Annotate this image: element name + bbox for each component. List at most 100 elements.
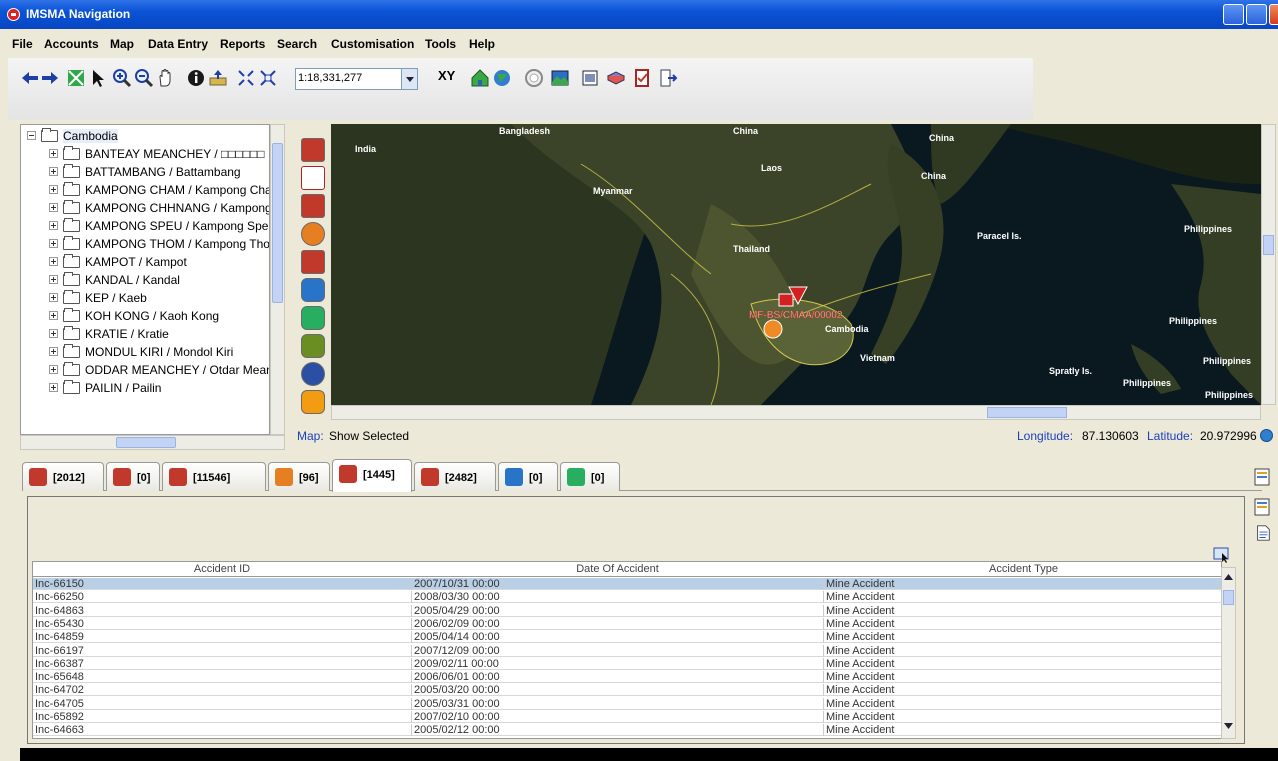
expand-icon[interactable] xyxy=(49,311,58,320)
menu-help[interactable]: Help xyxy=(469,37,495,51)
table-row[interactable]: Inc-64859 2005/04/14 00:00 Mine Accident xyxy=(33,631,1221,644)
expand-icon[interactable] xyxy=(49,383,58,392)
task-layer-icon[interactable] xyxy=(301,166,325,190)
menu-search[interactable]: Search xyxy=(277,37,317,51)
table-row[interactable]: Inc-64705 2005/03/31 00:00 Mine Accident xyxy=(33,697,1221,710)
table-row[interactable]: Inc-65648 2006/06/01 00:00 Mine Accident xyxy=(33,671,1221,684)
tree-vertical-scrollbar[interactable] xyxy=(270,124,285,435)
menu-map[interactable]: Map xyxy=(110,37,134,51)
expand-icon[interactable] xyxy=(49,221,58,230)
table-row[interactable]: Inc-65430 2006/02/09 00:00 Mine Accident xyxy=(33,617,1221,630)
minimize-button[interactable] xyxy=(1223,4,1244,25)
expand-icon[interactable] xyxy=(49,239,58,248)
book-icon[interactable] xyxy=(606,68,626,88)
exit-icon[interactable] xyxy=(658,68,678,88)
zoom-fixed-out-icon[interactable] xyxy=(258,68,278,88)
table-vertical-scrollbar[interactable] xyxy=(1221,567,1236,739)
info-icon[interactable] xyxy=(186,68,206,88)
maximize-button[interactable] xyxy=(1246,4,1267,25)
full-extent-icon[interactable] xyxy=(66,68,86,88)
scrollbar-thumb[interactable] xyxy=(1223,590,1234,605)
scrollbar-thumb[interactable] xyxy=(987,407,1067,418)
map-image-icon[interactable] xyxy=(550,68,570,88)
expand-icon[interactable] xyxy=(49,203,58,212)
table-row[interactable]: Inc-65892 2007/02/10 00:00 Mine Accident xyxy=(33,711,1221,723)
expand-icon[interactable] xyxy=(49,167,58,176)
scroll-up-icon[interactable] xyxy=(1224,574,1233,580)
checklist-icon[interactable] xyxy=(632,68,652,88)
table-row[interactable]: Inc-64702 2005/03/20 00:00 Mine Accident xyxy=(33,684,1221,697)
tab-victim[interactable]: [2482] xyxy=(414,462,496,491)
window-icon[interactable] xyxy=(580,68,600,88)
expand-icon[interactable] xyxy=(49,185,58,194)
menu-accounts[interactable]: Accounts xyxy=(44,37,99,51)
chevron-down-icon[interactable] xyxy=(401,69,417,89)
tree-horizontal-scrollbar[interactable] xyxy=(20,435,285,450)
home-icon[interactable] xyxy=(470,68,490,88)
report-icon[interactable] xyxy=(1252,467,1272,487)
table-row[interactable]: Inc-66197 2007/12/09 00:00 Mine Accident xyxy=(33,644,1221,657)
scrollbar-thumb[interactable] xyxy=(1263,235,1274,255)
expand-icon[interactable] xyxy=(49,257,58,266)
scrollbar-thumb[interactable] xyxy=(116,437,176,448)
column-header-date[interactable]: Date Of Accident xyxy=(412,563,823,575)
map-scale-select[interactable]: 1:18,331,277 xyxy=(295,68,418,90)
tab-completed[interactable]: [0] xyxy=(560,462,620,491)
pan-hand-icon[interactable] xyxy=(156,68,176,88)
map-horizontal-scrollbar[interactable] xyxy=(331,405,1261,420)
map-vertical-scrollbar[interactable] xyxy=(1261,124,1276,405)
table-row[interactable]: Inc-66150 2007/10/31 00:00 Mine Accident xyxy=(33,578,1221,590)
globe-icon[interactable] xyxy=(492,68,512,88)
map-view[interactable]: Bangladesh China China China India Laos … xyxy=(331,124,1261,405)
tab-explosion[interactable]: [1445] xyxy=(332,459,412,492)
menu-data-entry[interactable]: Data Entry xyxy=(148,37,208,51)
tab-mine[interactable]: [11546] xyxy=(162,462,266,491)
menu-tools[interactable]: Tools xyxy=(425,37,456,51)
expand-icon[interactable] xyxy=(49,275,58,284)
menu-reports[interactable]: Reports xyxy=(220,37,265,51)
completion-layer-icon[interactable] xyxy=(301,306,325,330)
expand-icon[interactable] xyxy=(49,347,58,356)
education-layer-icon[interactable] xyxy=(301,278,325,302)
layers-circle-icon[interactable] xyxy=(524,68,544,88)
hazard-reduction-layer-icon[interactable] xyxy=(301,222,325,246)
mre-layer-icon[interactable] xyxy=(301,250,325,274)
expand-icon[interactable] xyxy=(49,329,58,338)
menu-file[interactable]: File xyxy=(12,37,33,51)
expand-icon[interactable] xyxy=(49,149,58,158)
table-row[interactable]: Inc-66387 2009/02/11 00:00 Mine Accident xyxy=(33,657,1221,670)
expand-icon[interactable] xyxy=(49,293,58,302)
hazard-layer-icon[interactable] xyxy=(301,194,325,218)
xy-button[interactable]: XY xyxy=(438,68,455,83)
close-button[interactable] xyxy=(1269,4,1278,25)
gazetteer-layer-icon[interactable] xyxy=(301,334,325,358)
table-row[interactable]: Inc-66250 2008/03/30 00:00 Mine Accident xyxy=(33,591,1221,604)
column-header-type[interactable]: Accident Type xyxy=(824,563,1221,575)
forward-arrow-icon[interactable] xyxy=(40,68,60,88)
table-row[interactable]: Inc-64863 2005/04/29 00:00 Mine Accident xyxy=(33,604,1221,617)
globe-icon[interactable] xyxy=(1260,429,1273,442)
scroll-down-icon[interactable] xyxy=(1224,723,1233,729)
accident-layer-icon[interactable] xyxy=(301,138,325,162)
scrollbar-thumb[interactable] xyxy=(272,143,283,303)
tab-education[interactable]: [0] xyxy=(498,462,558,491)
summary-report-icon[interactable] xyxy=(1252,497,1272,517)
collapse-icon[interactable] xyxy=(27,131,36,140)
expand-icon[interactable] xyxy=(49,365,58,374)
table-row[interactable]: Inc-64663 2005/02/12 00:00 Mine Accident xyxy=(33,724,1221,737)
menu-customisation[interactable]: Customisation xyxy=(331,37,414,51)
zoom-in-icon[interactable] xyxy=(112,68,132,88)
tab-hazard[interactable]: [96] xyxy=(268,462,330,491)
place-layer-icon[interactable] xyxy=(301,390,325,414)
table-cell: 2006/02/09 00:00 xyxy=(412,617,824,630)
zoom-fixed-in-icon[interactable] xyxy=(236,68,256,88)
select-pointer-icon[interactable] xyxy=(88,68,108,88)
export-icon[interactable] xyxy=(208,68,228,88)
column-header-accident-id[interactable]: Accident ID xyxy=(33,563,411,575)
document-icon[interactable] xyxy=(1254,524,1272,542)
zoom-out-icon[interactable] xyxy=(134,68,154,88)
tab-checklist[interactable]: [0] xyxy=(106,462,160,491)
qm-layer-icon[interactable] xyxy=(301,362,325,386)
tab-accident[interactable]: [2012] xyxy=(22,462,104,491)
back-arrow-icon[interactable] xyxy=(20,68,40,88)
